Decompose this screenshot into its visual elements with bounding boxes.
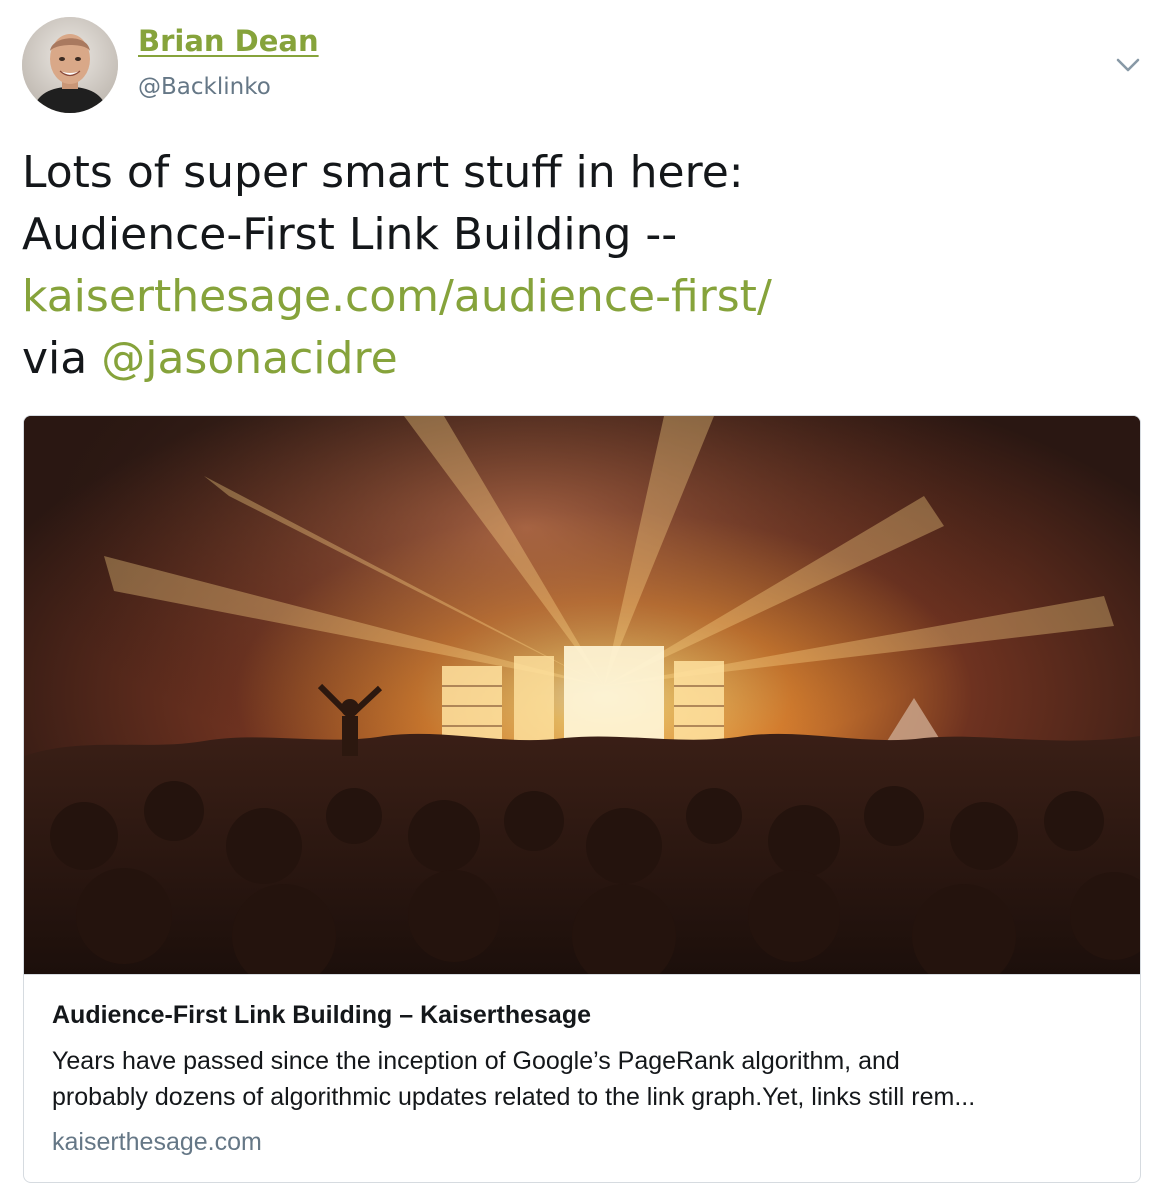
card-domain: kaiserthesage.com <box>52 1128 262 1156</box>
tweet-text: Lots of super smart stuff in here: Audie… <box>22 142 1142 390</box>
author-name[interactable]: Brian Dean <box>138 23 319 59</box>
tweet-link[interactable]: kaiserthesage.com/audience-first/ <box>22 271 772 322</box>
card-description-line-2: probably dozens of algorithmic updates r… <box>52 1083 976 1111</box>
tweet-text-line-2: Audience-First Link Building -- <box>22 209 678 260</box>
via-label: via <box>22 333 88 384</box>
concert-crowd-photo-icon <box>24 416 1140 974</box>
card-title[interactable]: Audience-First Link Building – Kaiserthe… <box>52 999 1112 1031</box>
author-handle[interactable]: @Backlinko <box>138 72 271 102</box>
card-image[interactable] <box>24 416 1140 975</box>
tweet-text-line-1: Lots of super smart stuff in here: <box>22 147 744 198</box>
mention-link[interactable]: @jasonacidre <box>101 333 397 384</box>
card-description-line-1: Years have passed since the inception of… <box>52 1047 900 1075</box>
tweet-header: Brian Dean @Backlinko <box>22 17 1142 113</box>
card-description: Years have passed since the inception of… <box>52 1043 1112 1115</box>
avatar[interactable] <box>22 17 118 113</box>
chevron-down-icon[interactable] <box>1114 53 1142 77</box>
avatar-photo-icon <box>22 17 118 113</box>
card-body: Audience-First Link Building – Kaiserthe… <box>52 999 1112 1159</box>
link-preview-card[interactable]: Audience-First Link Building – Kaiserthe… <box>23 415 1141 1183</box>
